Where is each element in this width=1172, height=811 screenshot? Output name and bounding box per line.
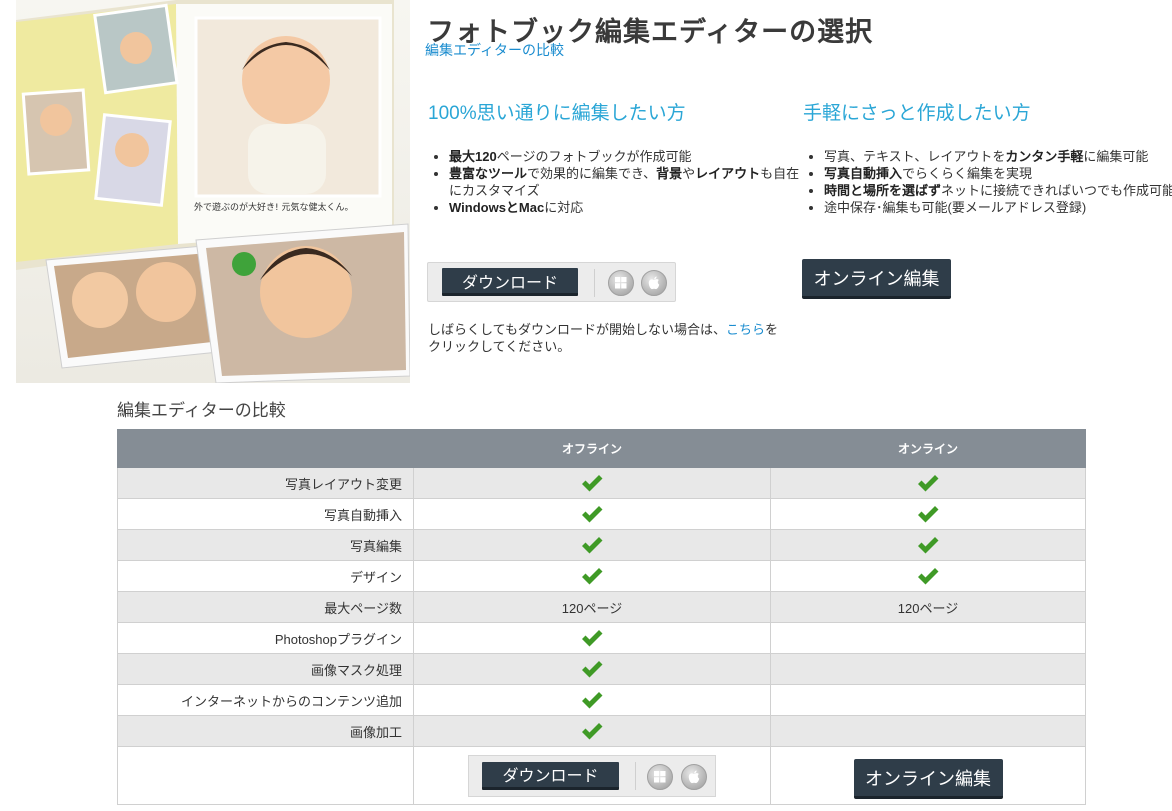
photobook-hero-image: 外で遊ぶのが大好き! 元気な健太くん。 — [16, 0, 410, 383]
check-icon — [582, 723, 603, 740]
check-icon — [582, 537, 603, 554]
offline-value-cell — [413, 467, 771, 499]
list-item: 豊富なツールで効果的に編集でき、背景やレイアウトも自在にカスタマイズ — [449, 165, 809, 199]
list-item: 写真自動挿入でらくらく編集を実現 — [824, 165, 1172, 182]
check-icon — [918, 568, 939, 585]
retry-download-link[interactable]: こちら — [726, 322, 765, 337]
feature-label: 画像加工 — [117, 715, 414, 747]
windows-icon[interactable] — [647, 763, 673, 790]
check-icon — [582, 692, 603, 709]
online-value-cell — [770, 498, 1086, 530]
download-group: ダウンロード — [468, 754, 716, 797]
compare-editors-link[interactable]: 編集エディターの比較 — [425, 40, 564, 60]
check-icon — [582, 661, 603, 678]
online-value-cell — [770, 560, 1086, 592]
online-value-cell — [770, 467, 1086, 499]
online-value-cell: 120ページ — [770, 591, 1086, 623]
table-row: 画像マスク処理 — [117, 653, 1086, 685]
check-icon — [918, 475, 939, 492]
check-icon — [918, 506, 939, 523]
apple-icon[interactable] — [681, 763, 707, 790]
check-icon — [918, 537, 939, 554]
online-edit-button[interactable]: オンライン編集 — [802, 259, 951, 299]
feature-label: 最大ページ数 — [117, 591, 414, 623]
offline-value-cell — [413, 529, 771, 561]
apple-icon[interactable] — [641, 270, 667, 296]
check-icon — [582, 475, 603, 492]
feature-label: 写真編集 — [117, 529, 414, 561]
offline-action-cell: ダウンロード — [413, 746, 771, 805]
offline-heading: 100%思い通りに編集したい方 — [428, 103, 686, 124]
offline-value-cell — [413, 622, 771, 654]
table-download-button[interactable]: ダウンロード — [482, 761, 619, 790]
online-action-cell: オンライン編集 — [770, 746, 1086, 805]
table-row: 最大ページ数 120ページ 120ページ — [117, 591, 1086, 623]
divider — [594, 269, 595, 297]
empty-cell — [117, 746, 414, 805]
list-item: 最大120ページのフォトブックが作成可能 — [449, 148, 809, 165]
divider — [635, 761, 636, 790]
feature-label: 写真レイアウト変更 — [117, 467, 414, 499]
list-item: 写真、テキスト、レイアウトをカンタン手軽に編集可能 — [824, 148, 1172, 165]
list-item: WindowsとMacに対応 — [449, 199, 809, 216]
download-note: しばらくしてもダウンロードが開始しない場合は、こちらをクリックしてください。 — [428, 322, 778, 354]
offline-value-cell — [413, 715, 771, 747]
offline-value-cell — [413, 684, 771, 716]
table-row: 写真自動挿入 — [117, 498, 1086, 530]
table-row-actions: ダウンロード オンライン編集 — [117, 746, 1086, 805]
online-feature-list: 写真、テキスト、レイアウトをカンタン手軽に編集可能 写真自動挿入でらくらく編集を… — [803, 148, 1172, 216]
table-row: インターネットからのコンテンツ追加 — [117, 684, 1086, 716]
offline-feature-list: 最大120ページのフォトブックが作成可能 豊富なツールで効果的に編集でき、背景や… — [428, 148, 809, 216]
photobook-illustration: 外で遊ぶのが大好き! 元気な健太くん。 — [16, 0, 410, 383]
comparison-section-title: 編集エディターの比較 — [117, 401, 286, 420]
table-online-edit-button[interactable]: オンライン編集 — [853, 759, 1003, 799]
offline-value-cell — [413, 560, 771, 592]
table-header-cell — [117, 429, 414, 468]
online-value-cell — [770, 529, 1086, 561]
online-heading: 手軽にさっと作成したい方 — [803, 103, 1031, 124]
online-value-cell — [770, 653, 1086, 685]
check-icon — [582, 506, 603, 523]
comparison-table: オフライン オンライン 写真レイアウト変更 写真自動挿入 写真編集 デザイン 最大ページ… — [117, 429, 1086, 805]
table-row: 写真編集 — [117, 529, 1086, 561]
feature-label: デザイン — [117, 560, 414, 592]
list-item: 時間と場所を選ばずネットに接続できればいつでも作成可能 — [824, 182, 1172, 199]
table-header-online: オンライン — [770, 429, 1086, 468]
feature-label: Photoshopプラグイン — [117, 622, 414, 654]
table-row: Photoshopプラグイン — [117, 622, 1086, 654]
list-item: 途中保存･編集も可能(要メールアドレス登録) — [824, 199, 1172, 216]
feature-label: インターネットからのコンテンツ追加 — [117, 684, 414, 716]
check-icon — [582, 568, 603, 585]
offline-value-cell: 120ページ — [413, 591, 771, 623]
table-header-offline: オフライン — [413, 429, 771, 468]
download-button[interactable]: ダウンロード — [442, 268, 578, 296]
download-group: ダウンロード — [427, 262, 676, 302]
table-row: 画像加工 — [117, 715, 1086, 747]
windows-icon[interactable] — [608, 270, 634, 296]
table-row: 写真レイアウト変更 — [117, 467, 1086, 499]
offline-value-cell — [413, 653, 771, 685]
online-value-cell — [770, 622, 1086, 654]
online-value-cell — [770, 684, 1086, 716]
hero-caption: 外で遊ぶのが大好き! 元気な健太くん。 — [194, 201, 353, 213]
offline-value-cell — [413, 498, 771, 530]
feature-label: 写真自動挿入 — [117, 498, 414, 530]
online-value-cell — [770, 715, 1086, 747]
table-header-row: オフライン オンライン — [117, 429, 1086, 468]
check-icon — [582, 630, 603, 647]
table-row: デザイン — [117, 560, 1086, 592]
feature-label: 画像マスク処理 — [117, 653, 414, 685]
